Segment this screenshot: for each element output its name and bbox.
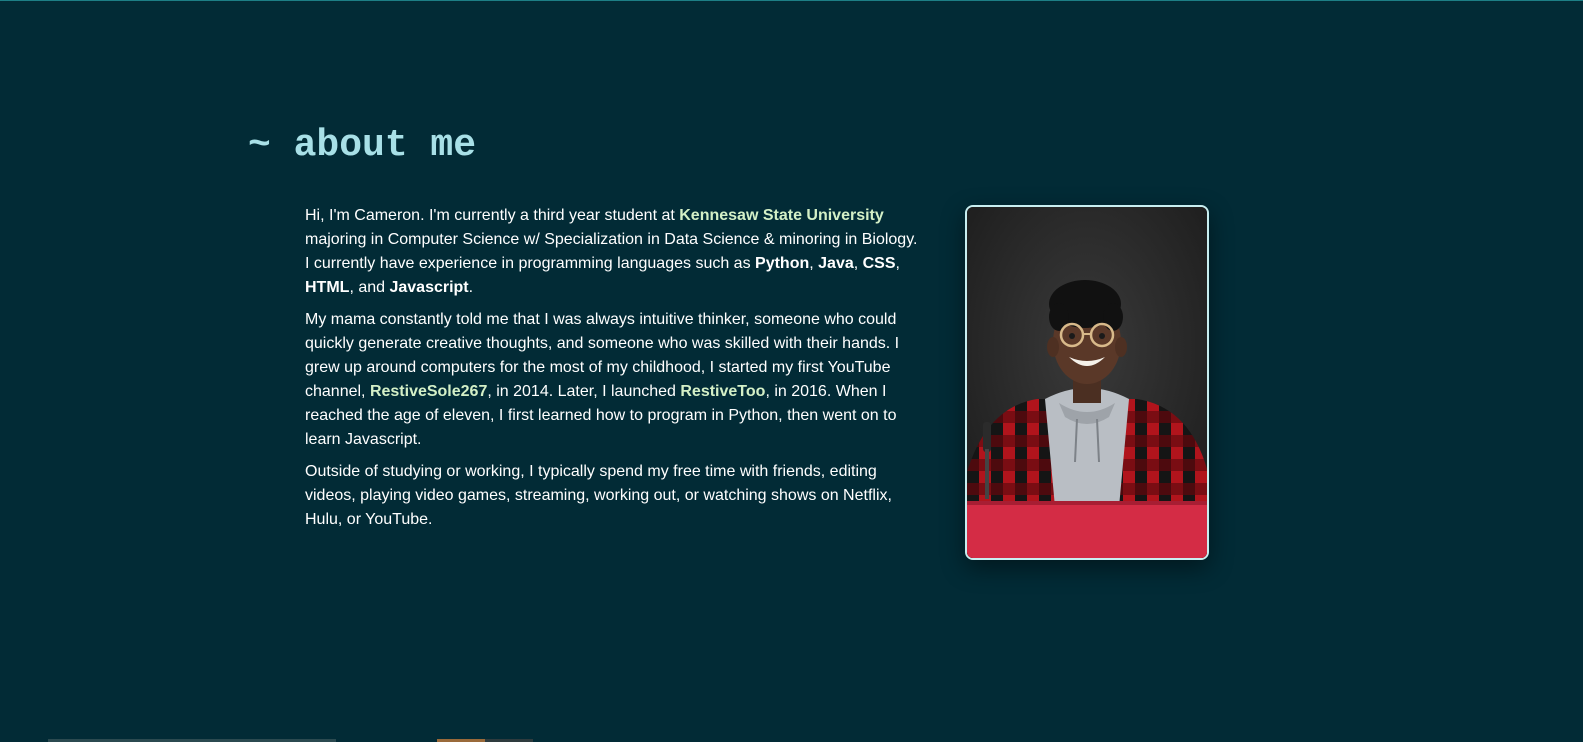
university-link[interactable]: Kennesaw State University — [679, 207, 884, 224]
about-bio: Hi, I'm Cameron. I'm currently a third y… — [305, 204, 920, 540]
bio-paragraph-1: Hi, I'm Cameron. I'm currently a third y… — [305, 204, 920, 300]
language-css: CSS — [862, 255, 896, 272]
profile-portrait-icon — [967, 207, 1207, 558]
language-java: Java — [818, 255, 854, 272]
bio-p1-end: . — [468, 279, 474, 296]
bio-paragraph-3: Outside of studying or working, I typica… — [305, 463, 892, 528]
language-javascript: Javascript — [389, 279, 469, 296]
youtube-channel-1-link[interactable]: RestiveSole267 — [370, 383, 487, 400]
top-border-line — [0, 0, 1583, 1]
bio-p1-sep-3: , — [895, 255, 900, 272]
youtube-channel-2-link[interactable]: RestiveToo — [680, 383, 765, 400]
language-html: HTML — [305, 279, 350, 296]
bio-p1-text-1: Hi, I'm Cameron. I'm currently a third y… — [305, 207, 680, 224]
section-title: ~ about me — [248, 124, 477, 167]
profile-photo — [965, 205, 1209, 560]
bio-p1-sep-4: , and — [349, 279, 390, 296]
language-python: Python — [755, 255, 810, 272]
bio-p1-sep-2: , — [853, 255, 863, 272]
bio-p1-sep-1: , — [809, 255, 819, 272]
bio-paragraph-2: My mama constantly told me that I was al… — [305, 308, 920, 452]
bio-p2-text-2: , in 2014. Later, I launched — [487, 383, 681, 400]
